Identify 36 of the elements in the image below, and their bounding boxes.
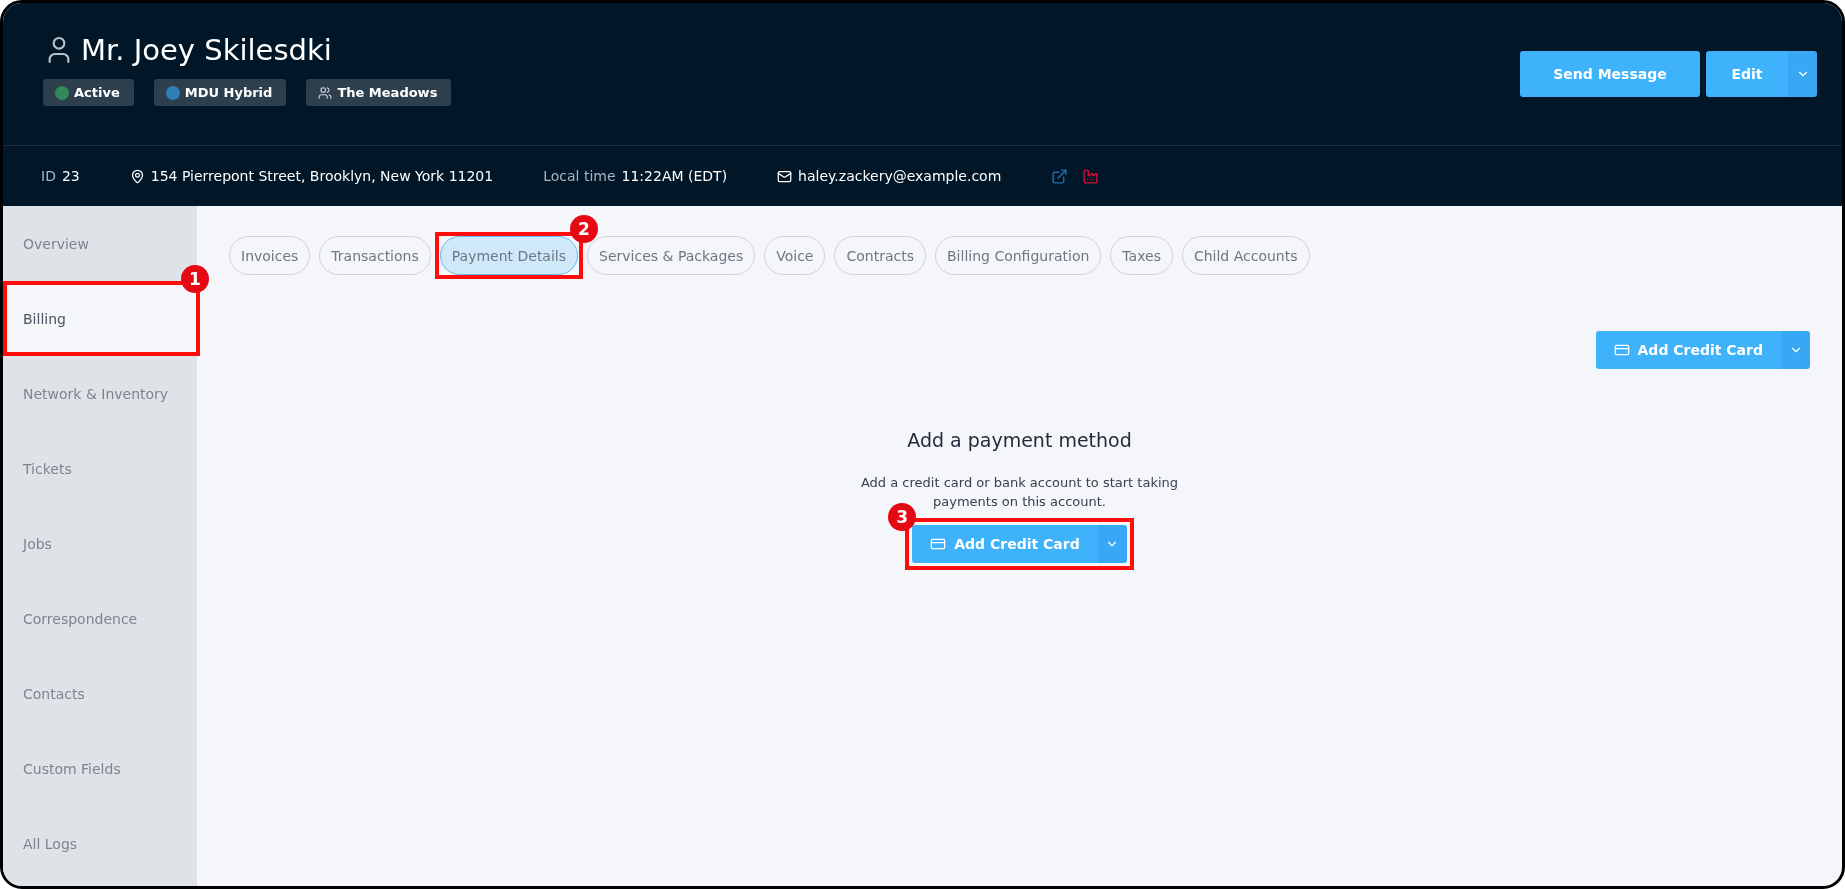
- mail-icon: [777, 168, 793, 184]
- id-label: ID: [41, 168, 56, 184]
- add-credit-card-button[interactable]: Add Credit Card: [912, 525, 1098, 563]
- credit-card-icon: [930, 536, 947, 552]
- step-number: 3: [888, 503, 917, 531]
- tab[interactable]: Payment Details: [439, 236, 579, 275]
- sidebar-item[interactable]: Custom Fields: [3, 731, 197, 806]
- external-link-icon[interactable]: [1051, 167, 1069, 185]
- email-text: haley.zackery@example.com: [798, 168, 1002, 184]
- id-value: 23: [61, 168, 80, 184]
- sidebar-item[interactable]: Jobs: [3, 506, 197, 581]
- badge-label: MDU Hybrid: [184, 85, 273, 100]
- credit-card-icon: [1613, 342, 1630, 358]
- badge-label: Active: [74, 85, 120, 100]
- step-number: 1: [181, 265, 209, 293]
- edit-button[interactable]: Edit: [1706, 51, 1788, 97]
- customer-name: Mr. Joey Skilesdki: [81, 33, 332, 67]
- dropdown-button[interactable]: [1781, 331, 1810, 369]
- step-number: 2: [570, 215, 599, 243]
- sidebar-item[interactable]: Network & Inventory: [3, 356, 197, 431]
- sidebar-item[interactable]: All Logs: [3, 806, 197, 881]
- sidebar-item[interactable]: Correspondence: [3, 581, 197, 656]
- send-message-button[interactable]: Send Message: [1520, 51, 1700, 97]
- empty-state-title: Add a payment method: [907, 429, 1132, 451]
- dropdown-button[interactable]: [1788, 51, 1817, 97]
- add-credit-card-button[interactable]: Add Credit Card: [1595, 331, 1781, 369]
- factory-icon[interactable]: [1082, 167, 1100, 185]
- local-time-label: Local time: [543, 168, 616, 184]
- local-time-value: 11:22AM (EDT): [621, 168, 728, 184]
- sidebar-item[interactable]: Tickets: [3, 431, 197, 506]
- map-pin-icon: [129, 168, 145, 184]
- dropdown-button[interactable]: [1097, 525, 1127, 563]
- address-text: 154 Pierrepont Street, Brooklyn, New York 11201: [150, 168, 494, 184]
- users-icon: [318, 85, 333, 100]
- sidebar-item[interactable]: Contacts: [3, 656, 197, 731]
- badge-label: The Meadows: [337, 85, 438, 100]
